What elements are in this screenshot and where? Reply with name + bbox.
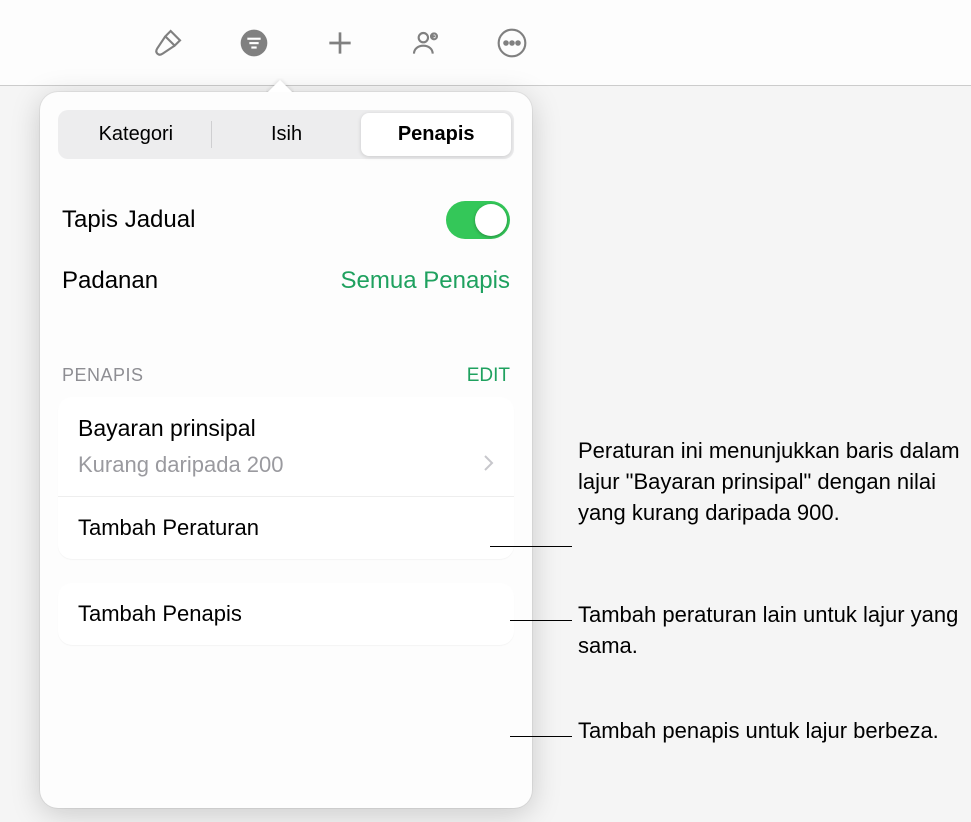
matching-row[interactable]: Padanan Semua Penapis <box>58 253 514 309</box>
organize-icon[interactable] <box>236 25 272 61</box>
filter-table-row: Tapis Jadual <box>58 187 514 253</box>
filter-rule-condition-row[interactable]: Kurang daripada 200 <box>58 446 514 496</box>
filter-rule-card: Bayaran prinsipal Kurang daripada 200 Ta… <box>58 397 514 559</box>
filters-header-label: Penapis <box>62 365 144 386</box>
edit-filters-button[interactable]: EDIT <box>467 365 510 387</box>
filter-table-toggle[interactable] <box>446 201 510 239</box>
add-rule-button[interactable]: Tambah Peraturan <box>58 496 514 559</box>
tab-segmented-control: Kategori Isih Penapis <box>58 110 514 159</box>
add-filter-label: Tambah Penapis <box>78 601 242 627</box>
callout-rule: Peraturan ini menunjukkan baris dalam la… <box>578 436 971 528</box>
matching-label: Padanan <box>62 267 158 295</box>
callout-line <box>510 620 572 621</box>
add-rule-label: Tambah Peraturan <box>78 515 259 541</box>
organize-popover: Kategori Isih Penapis Tapis Jadual Padan… <box>40 92 532 808</box>
toggle-knob <box>475 204 507 236</box>
plus-icon[interactable] <box>322 25 358 61</box>
collaborate-icon[interactable] <box>408 25 444 61</box>
more-icon[interactable] <box>494 25 530 61</box>
filter-rule-condition: Kurang daripada 200 <box>78 452 284 478</box>
popover-arrow <box>266 78 294 92</box>
chevron-right-icon <box>482 452 494 478</box>
filter-rule-column: Bayaran prinsipal <box>58 397 514 446</box>
tab-sort[interactable]: Isih <box>212 113 362 156</box>
callout-line <box>490 546 572 547</box>
add-filter-card: Tambah Penapis <box>58 583 514 645</box>
toolbar <box>0 0 971 86</box>
filters-section-header: Penapis EDIT <box>58 365 514 397</box>
format-brush-icon[interactable] <box>150 25 186 61</box>
matching-value[interactable]: Semua Penapis <box>341 267 510 295</box>
filter-table-label: Tapis Jadual <box>62 206 195 234</box>
callout-add-filter: Tambah penapis untuk lajur berbeza. <box>578 716 971 747</box>
callout-add-rule: Tambah peraturan lain untuk lajur yang s… <box>578 600 971 662</box>
tab-category[interactable]: Kategori <box>61 113 211 156</box>
tab-filter[interactable]: Penapis <box>361 113 511 156</box>
add-filter-button[interactable]: Tambah Penapis <box>58 583 514 645</box>
callout-line <box>510 736 572 737</box>
